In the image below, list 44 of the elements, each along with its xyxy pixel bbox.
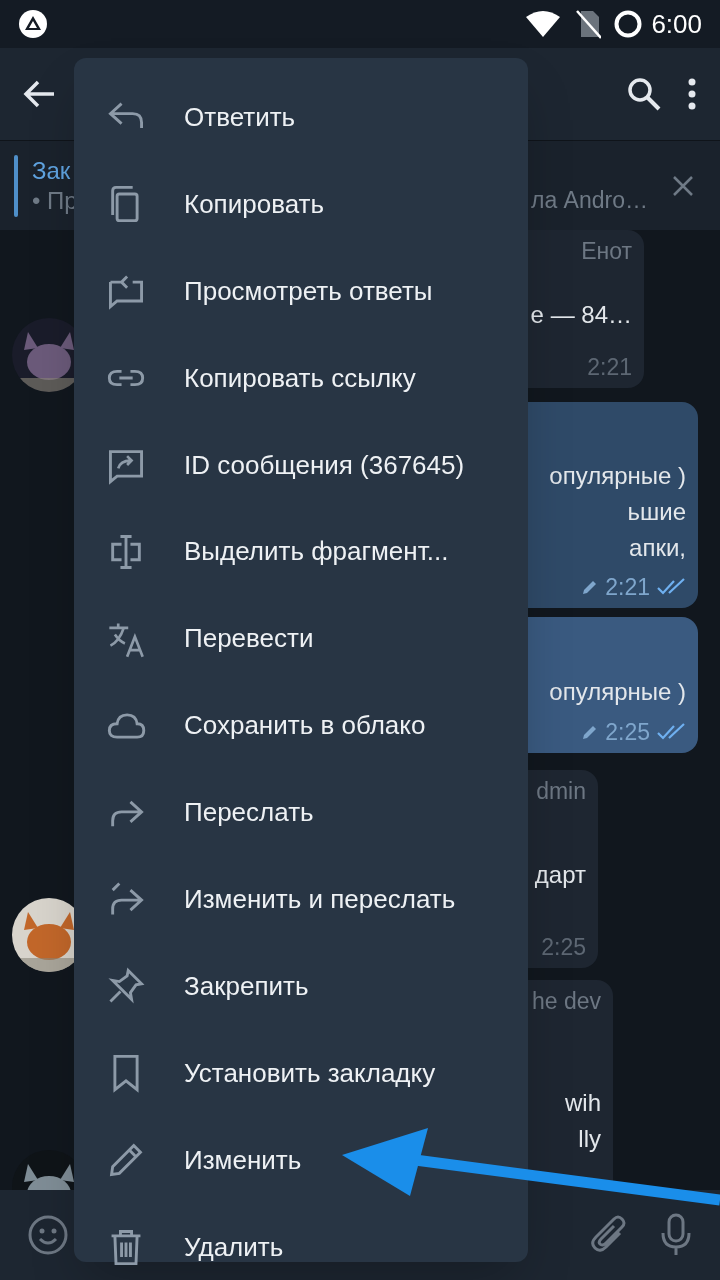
- close-icon[interactable]: [672, 174, 694, 197]
- menu-item[interactable]: Изменить: [74, 1116, 528, 1204]
- double-check-icon: [656, 578, 686, 596]
- menu-item[interactable]: Копировать: [74, 160, 528, 248]
- menu-item[interactable]: ID сообщения (367645): [74, 421, 528, 509]
- message-text: дарт: [534, 860, 586, 890]
- clock-time: 6:00: [651, 7, 702, 41]
- double-check-icon: [656, 723, 686, 741]
- message-text: е — 84…: [530, 300, 632, 330]
- menu-item[interactable]: Просмотреть ответы: [74, 247, 528, 335]
- circle-status-icon: [613, 9, 644, 39]
- menu-item[interactable]: Сохранить в облако: [74, 682, 528, 770]
- message-time: 2:25: [541, 933, 586, 962]
- emoji-icon[interactable]: [28, 1215, 68, 1255]
- message-text: опулярные ): [549, 461, 686, 491]
- sender-name: Енот: [581, 237, 632, 266]
- menu-item[interactable]: Удалить: [74, 1203, 528, 1280]
- microphone-icon[interactable]: [660, 1213, 692, 1257]
- sender-name: he dev: [531, 987, 601, 1016]
- message-text: апки,: [629, 533, 686, 563]
- menu-item[interactable]: Установить закладку: [74, 1029, 528, 1117]
- message-time: 2:21: [605, 573, 650, 602]
- message-text: wih: [565, 1088, 601, 1118]
- message-time: 2:21: [587, 353, 632, 382]
- app-logo-icon: [18, 9, 48, 39]
- more-options-icon[interactable]: [686, 77, 698, 111]
- menu-item[interactable]: Выделить фрагмент...: [74, 508, 528, 596]
- pinned-preview: ла Andro…: [531, 186, 648, 216]
- message-text: ьшие: [627, 497, 686, 527]
- pinned-indicator: [14, 154, 18, 217]
- pinned-title: Зак: [32, 155, 72, 186]
- menu-item[interactable]: Переслать: [74, 769, 528, 856]
- message-time: 2:25: [605, 718, 650, 747]
- message-text: lly: [578, 1124, 601, 1154]
- menu-item[interactable]: Копировать ссылку: [74, 334, 528, 422]
- menu-item[interactable]: Ответить: [74, 74, 528, 161]
- menu-item[interactable]: Перевести: [74, 595, 528, 683]
- sender-name: dmin: [536, 777, 586, 806]
- wifi-icon: [525, 9, 562, 39]
- no-sim-icon: [575, 9, 602, 39]
- message-text: опулярные ): [549, 677, 686, 707]
- menu-item[interactable]: Закрепить: [74, 942, 528, 1030]
- search-icon[interactable]: [626, 76, 662, 112]
- menu-item[interactable]: Изменить и переслать: [74, 856, 528, 943]
